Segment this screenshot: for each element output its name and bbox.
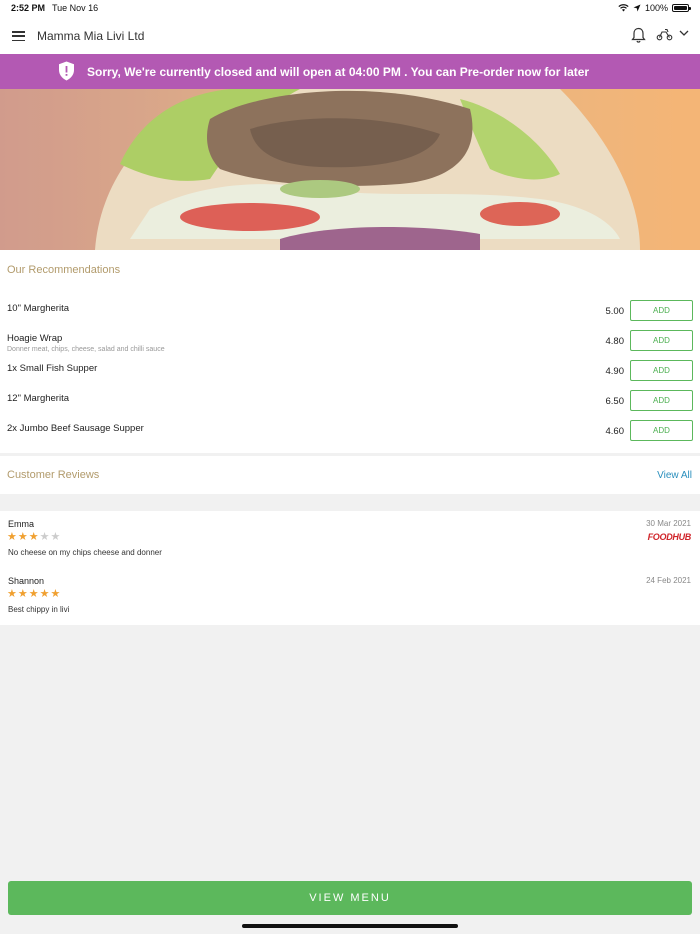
review-text: Best chippy in livi <box>8 605 70 614</box>
reviewer-name: Shannon <box>8 576 45 586</box>
hamburger-menu-icon[interactable] <box>12 31 25 41</box>
item-name: 12" Margherita <box>7 393 69 404</box>
view-all-link[interactable]: View All <box>657 470 692 481</box>
item-price: 4.90 <box>605 366 625 377</box>
status-right: 100% <box>618 3 691 13</box>
add-button[interactable]: ADD <box>630 390 693 411</box>
item-description: Donner meat, chips, cheese, salad and ch… <box>7 346 165 353</box>
reviews-list: Emma 30 Mar 2021 ★★★★★ FOODHUB No cheese… <box>0 511 700 625</box>
status-bar: 2:52 PM Tue Nov 16 100% <box>0 0 700 18</box>
review-date: 30 Mar 2021 <box>646 519 691 528</box>
foodhub-logo: FOODHUB <box>647 532 692 542</box>
reviews-header: Customer Reviews View All <box>0 456 700 494</box>
bell-icon[interactable] <box>631 27 646 44</box>
status-time: 2:52 PM <box>11 3 46 13</box>
wifi-icon <box>618 4 629 12</box>
recommendations-title: Our Recommendations <box>7 264 121 276</box>
add-button[interactable]: ADD <box>630 360 693 381</box>
star-rating: ★★★★★ <box>7 531 62 543</box>
item-price: 4.60 <box>605 426 625 437</box>
recommendation-item: 10" Margherita 5.00 ADD <box>0 300 700 330</box>
add-button[interactable]: ADD <box>630 420 693 441</box>
battery-icon <box>672 4 691 12</box>
closed-banner: Sorry, We're currently closed and will o… <box>0 54 700 89</box>
item-name: 10" Margherita <box>7 303 69 314</box>
hero-food-image <box>0 89 700 250</box>
delivery-scooter-icon[interactable] <box>656 28 673 41</box>
battery-percent: 100% <box>644 3 668 13</box>
item-price: 6.50 <box>605 396 625 407</box>
recommendations-section: Our Recommendations 10" Margherita 5.00 … <box>0 250 700 453</box>
review-text: No cheese on my chips cheese and donner <box>8 548 162 557</box>
chevron-down-icon[interactable] <box>679 30 689 37</box>
review-item: Shannon 24 Feb 2021 ★★★★★ Best chippy in… <box>0 568 700 620</box>
recommendation-item: 1x Small Fish Supper 4.90 ADD <box>0 360 700 390</box>
item-name: 2x Jumbo Beef Sausage Supper <box>7 423 144 434</box>
recommendation-item: Hoagie Wrap Donner meat, chips, cheese, … <box>0 330 700 360</box>
item-name: Hoagie Wrap <box>7 333 63 344</box>
app-header: Mamma Mia Livi Ltd <box>0 18 700 54</box>
item-price: 5.00 <box>605 306 625 317</box>
review-item: Emma 30 Mar 2021 ★★★★★ FOODHUB No cheese… <box>0 511 700 563</box>
item-price: 4.80 <box>605 336 625 347</box>
closed-message: Sorry, We're currently closed and will o… <box>87 65 590 79</box>
item-name: 1x Small Fish Supper <box>7 363 98 374</box>
shield-alert-icon <box>59 61 74 81</box>
review-date: 24 Feb 2021 <box>646 576 691 585</box>
recommendation-item: 2x Jumbo Beef Sausage Supper 4.60 ADD <box>0 420 700 450</box>
view-menu-button[interactable]: VIEW MENU <box>8 881 692 915</box>
star-rating: ★★★★★ <box>7 588 62 600</box>
recommendation-item: 12" Margherita 6.50 ADD <box>0 390 700 420</box>
status-date: Tue Nov 16 <box>52 3 99 13</box>
add-button[interactable]: ADD <box>630 300 693 321</box>
add-button[interactable]: ADD <box>630 330 693 351</box>
home-indicator <box>242 924 458 928</box>
reviewer-name: Emma <box>8 519 35 529</box>
reviews-title: Customer Reviews <box>7 469 100 481</box>
restaurant-title: Mamma Mia Livi Ltd <box>37 29 145 43</box>
location-arrow-icon <box>633 4 641 12</box>
